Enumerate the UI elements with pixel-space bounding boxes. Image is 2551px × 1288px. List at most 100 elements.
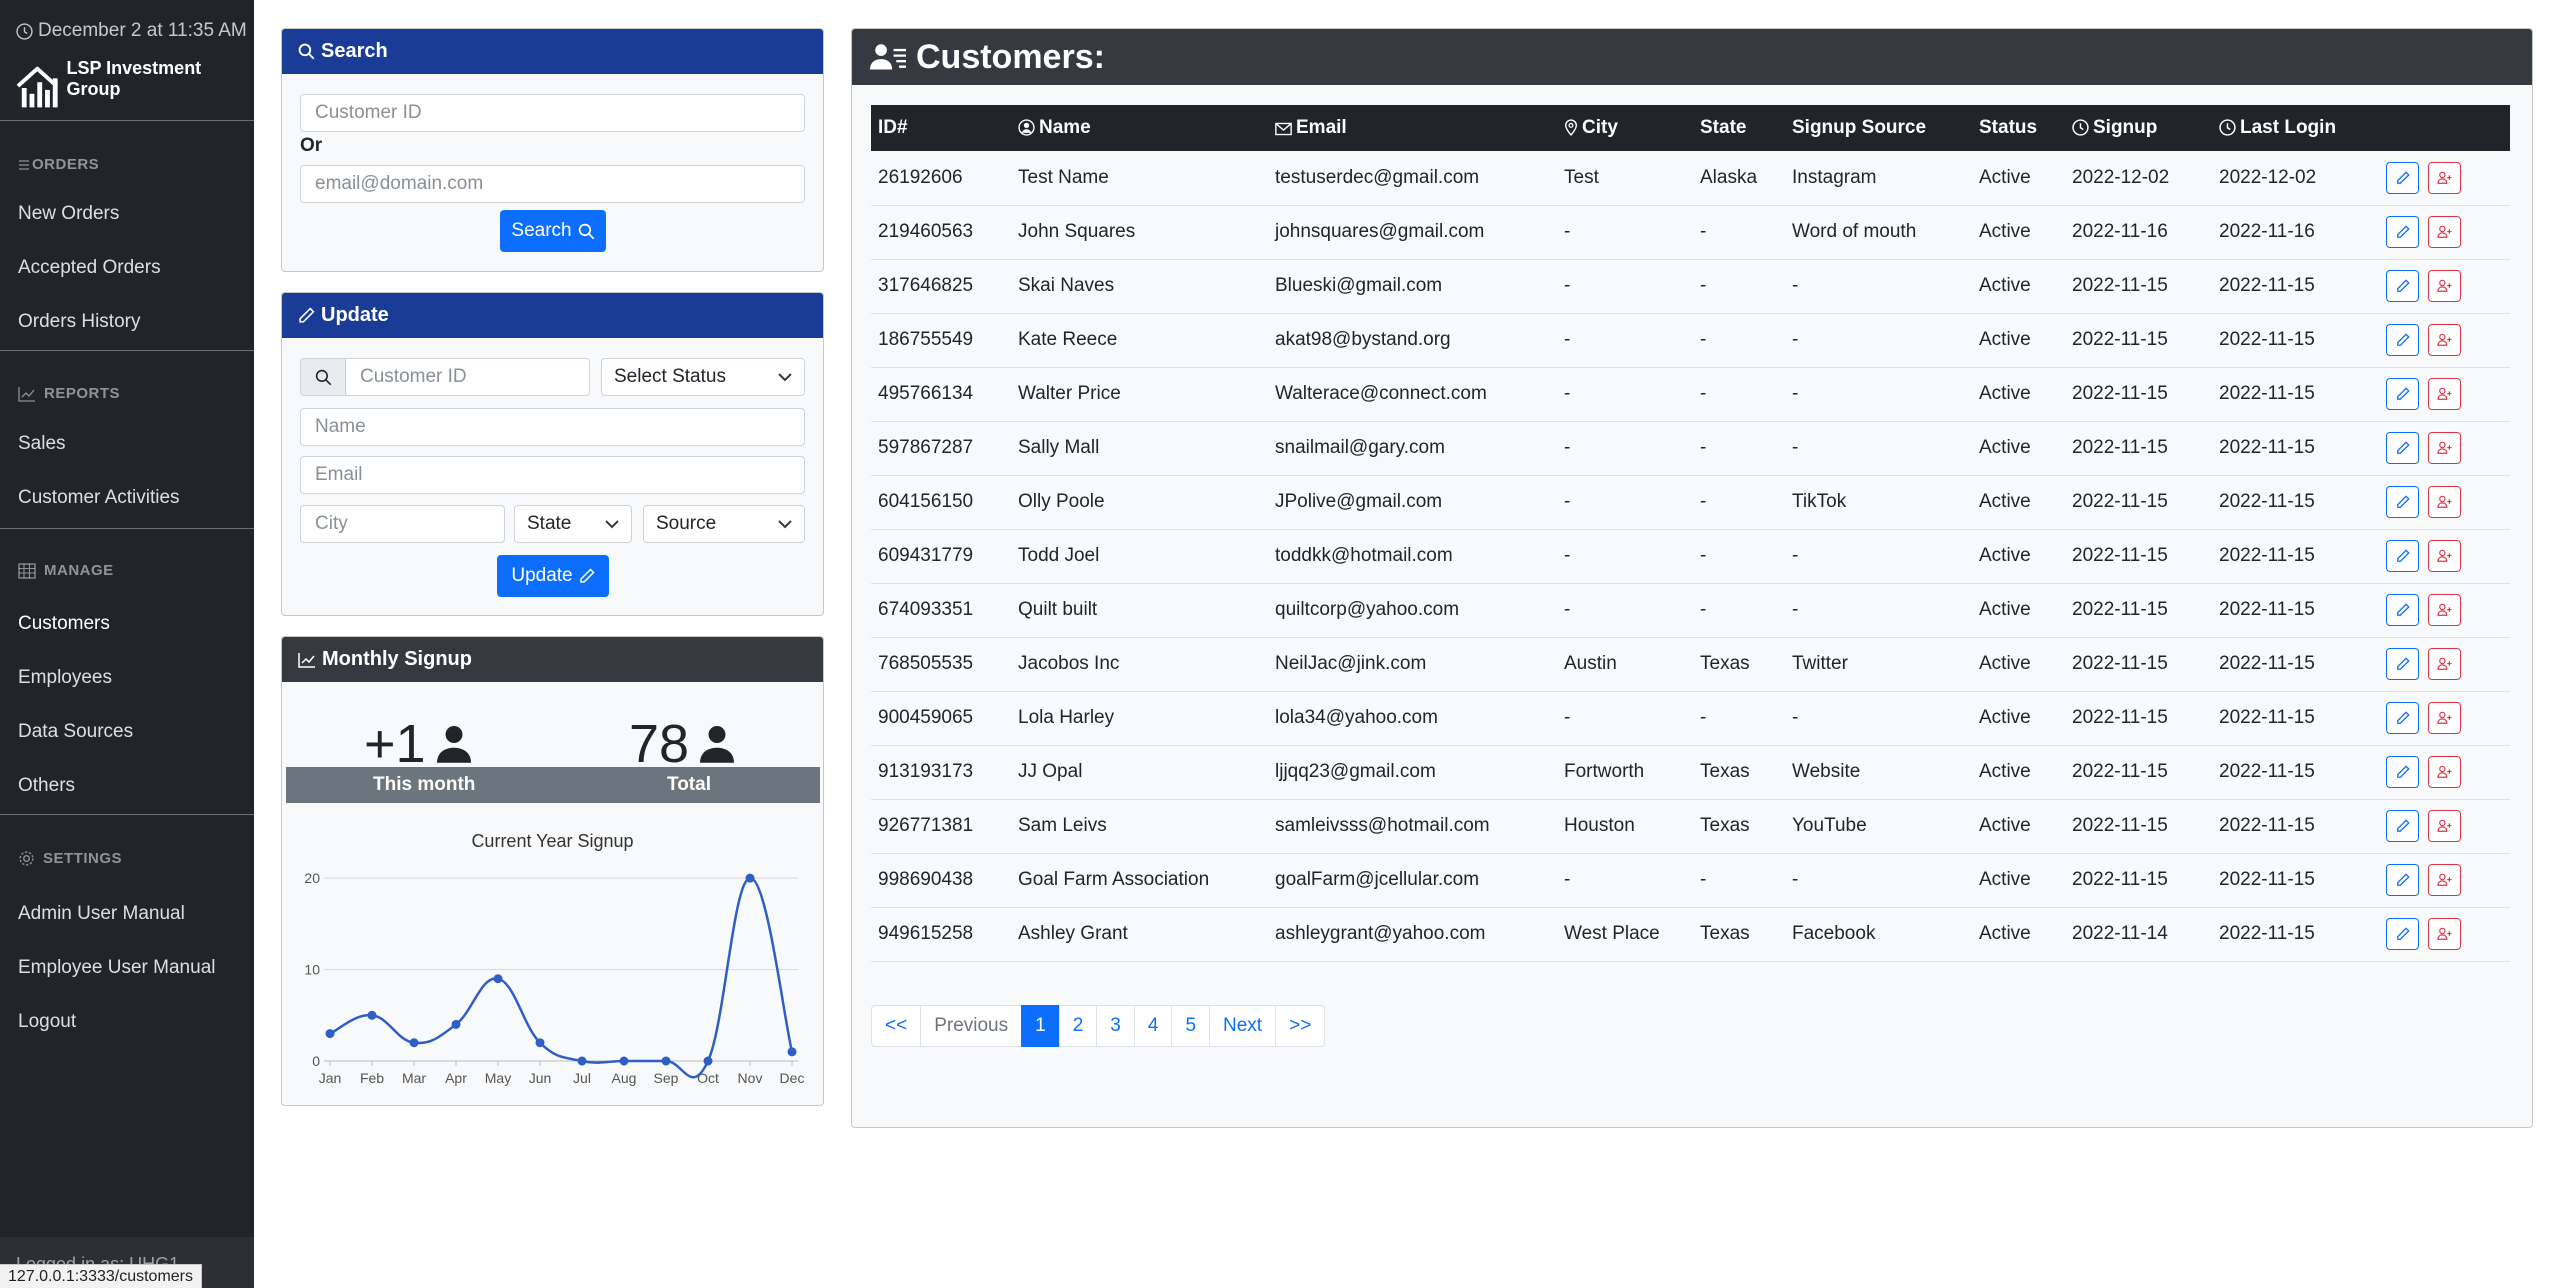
cell-state: - <box>1693 259 1785 314</box>
brand[interactable]: LSP Investment Group <box>16 58 254 112</box>
sidebar-item-customers[interactable]: Customers <box>18 613 110 635</box>
update-email-input[interactable] <box>300 456 805 494</box>
edit-button[interactable] <box>2386 270 2419 302</box>
page-next[interactable]: Next <box>1209 1005 1277 1047</box>
person-action-button[interactable] <box>2428 486 2461 518</box>
person-action-button[interactable] <box>2428 918 2461 950</box>
edit-button[interactable] <box>2386 594 2419 626</box>
person-action-button[interactable] <box>2428 216 2461 248</box>
person-action-button[interactable] <box>2428 324 2461 356</box>
page-3[interactable]: 3 <box>1096 1005 1135 1047</box>
edit-button[interactable] <box>2386 216 2419 248</box>
page-5[interactable]: 5 <box>1171 1005 1211 1047</box>
person-action-button[interactable] <box>2428 270 2461 302</box>
cell-source: - <box>1785 313 1972 368</box>
col-status[interactable]: Status <box>1972 105 2065 151</box>
edit-button[interactable] <box>2386 702 2419 734</box>
cell-email: johnsquares@gmail.com <box>1268 205 1557 260</box>
person-plus-icon <box>2436 711 2452 724</box>
cell-actions <box>2379 583 2510 638</box>
edit-button[interactable] <box>2386 378 2419 410</box>
cell-name: John Squares <box>1011 205 1268 260</box>
signup-chart: 01020Jan Feb Mar Apr May Jun Jul Aug Sep Oct Nov De… <box>304 870 804 1086</box>
update-button[interactable]: Update <box>497 555 609 597</box>
state-select[interactable]: State <box>514 505 632 543</box>
person-action-button[interactable] <box>2428 756 2461 788</box>
sidebar-item-data-sources[interactable]: Data Sources <box>18 721 133 743</box>
edit-button[interactable] <box>2386 810 2419 842</box>
person-action-button[interactable] <box>2428 648 2461 680</box>
cell-name: Todd Joel <box>1011 529 1268 584</box>
col-signup-source[interactable]: Signup Source <box>1785 105 1972 151</box>
sidebar-item-employees[interactable]: Employees <box>18 667 112 689</box>
page-last[interactable]: >> <box>1275 1005 1326 1047</box>
cell-name: JJ Opal <box>1011 745 1268 800</box>
sidebar-item-orders-history[interactable]: Orders History <box>18 311 140 333</box>
search-button[interactable]: Search <box>500 210 606 252</box>
edit-button[interactable] <box>2386 864 2419 896</box>
col-city[interactable]: City <box>1557 105 1693 151</box>
edit-button[interactable] <box>2386 918 2419 950</box>
page-1[interactable]: 1 <box>1021 1005 1060 1047</box>
source-select[interactable]: Source <box>643 505 805 543</box>
page-first[interactable]: << <box>871 1005 922 1047</box>
data-point <box>661 1056 671 1066</box>
col-email[interactable]: Email <box>1268 105 1557 151</box>
person-action-button[interactable] <box>2428 702 2461 734</box>
col-id[interactable]: ID# <box>871 105 1011 151</box>
col-state[interactable]: State <box>1693 105 1785 151</box>
cell-city: - <box>1557 529 1693 584</box>
pencil-icon <box>2396 333 2410 346</box>
page-2[interactable]: 2 <box>1058 1005 1098 1047</box>
edit-button[interactable] <box>2386 756 2419 788</box>
cell-signup: 2022-12-02 <box>2065 151 2212 206</box>
search-email-input[interactable] <box>300 165 805 203</box>
person-action-button[interactable] <box>2428 378 2461 410</box>
cell-status: Active <box>1972 529 2065 584</box>
page-4[interactable]: 4 <box>1133 1005 1173 1047</box>
divider <box>0 350 254 351</box>
sidebar-item-new-orders[interactable]: New Orders <box>18 203 119 225</box>
update-name-input[interactable] <box>300 408 805 446</box>
search-customer-id-input[interactable] <box>300 94 805 132</box>
person-action-button[interactable] <box>2428 432 2461 464</box>
sidebar-item-accepted-orders[interactable]: Accepted Orders <box>18 257 161 279</box>
sidebar-item-others[interactable]: Others <box>18 775 75 797</box>
cell-last-login: 2022-11-15 <box>2212 259 2379 314</box>
edit-button[interactable] <box>2386 648 2419 680</box>
sidebar-item-sales[interactable]: Sales <box>18 433 66 455</box>
status-select[interactable]: Select Status <box>601 358 805 396</box>
edit-button[interactable] <box>2386 432 2419 464</box>
col-last-login[interactable]: Last Login <box>2212 105 2379 151</box>
sidebar-item-customer-activities[interactable]: Customer Activities <box>18 487 180 509</box>
section-settings: SETTINGS <box>18 850 122 867</box>
col-signup[interactable]: Signup <box>2065 105 2212 151</box>
person-plus-icon <box>2436 657 2452 670</box>
person-plus-icon <box>2436 927 2452 940</box>
person-action-button[interactable] <box>2428 540 2461 572</box>
edit-button[interactable] <box>2386 161 2419 194</box>
person-action-button[interactable] <box>2428 864 2461 896</box>
sidebar-item-logout[interactable]: Logout <box>18 1011 76 1033</box>
x-tick-label: Feb <box>360 1070 384 1086</box>
update-city-input[interactable] <box>300 505 505 543</box>
cell-email: Blueski@gmail.com <box>1268 259 1557 314</box>
person-action-button[interactable] <box>2428 594 2461 626</box>
person-plus-icon <box>2436 765 2452 778</box>
edit-button[interactable] <box>2386 540 2419 572</box>
pencil-icon <box>299 307 315 323</box>
update-customer-id-input[interactable] <box>345 358 590 396</box>
col-name[interactable]: Name <box>1011 105 1268 151</box>
cell-city: - <box>1557 259 1693 314</box>
edit-button[interactable] <box>2386 486 2419 518</box>
sidebar-item-employee-manual[interactable]: Employee User Manual <box>18 957 215 979</box>
cell-actions <box>2379 637 2510 692</box>
person-action-button[interactable] <box>2428 810 2461 842</box>
cell-last-login: 2022-11-15 <box>2212 313 2379 368</box>
page-previous[interactable]: Previous <box>920 1005 1023 1047</box>
person-action-button[interactable] <box>2428 161 2461 194</box>
table-row: 317646825 Skai Naves Blueski@gmail.com - - - A… <box>871 259 2510 314</box>
sidebar-item-admin-manual[interactable]: Admin User Manual <box>18 903 185 925</box>
cell-id: 949615258 <box>871 907 1011 962</box>
edit-button[interactable] <box>2386 324 2419 356</box>
